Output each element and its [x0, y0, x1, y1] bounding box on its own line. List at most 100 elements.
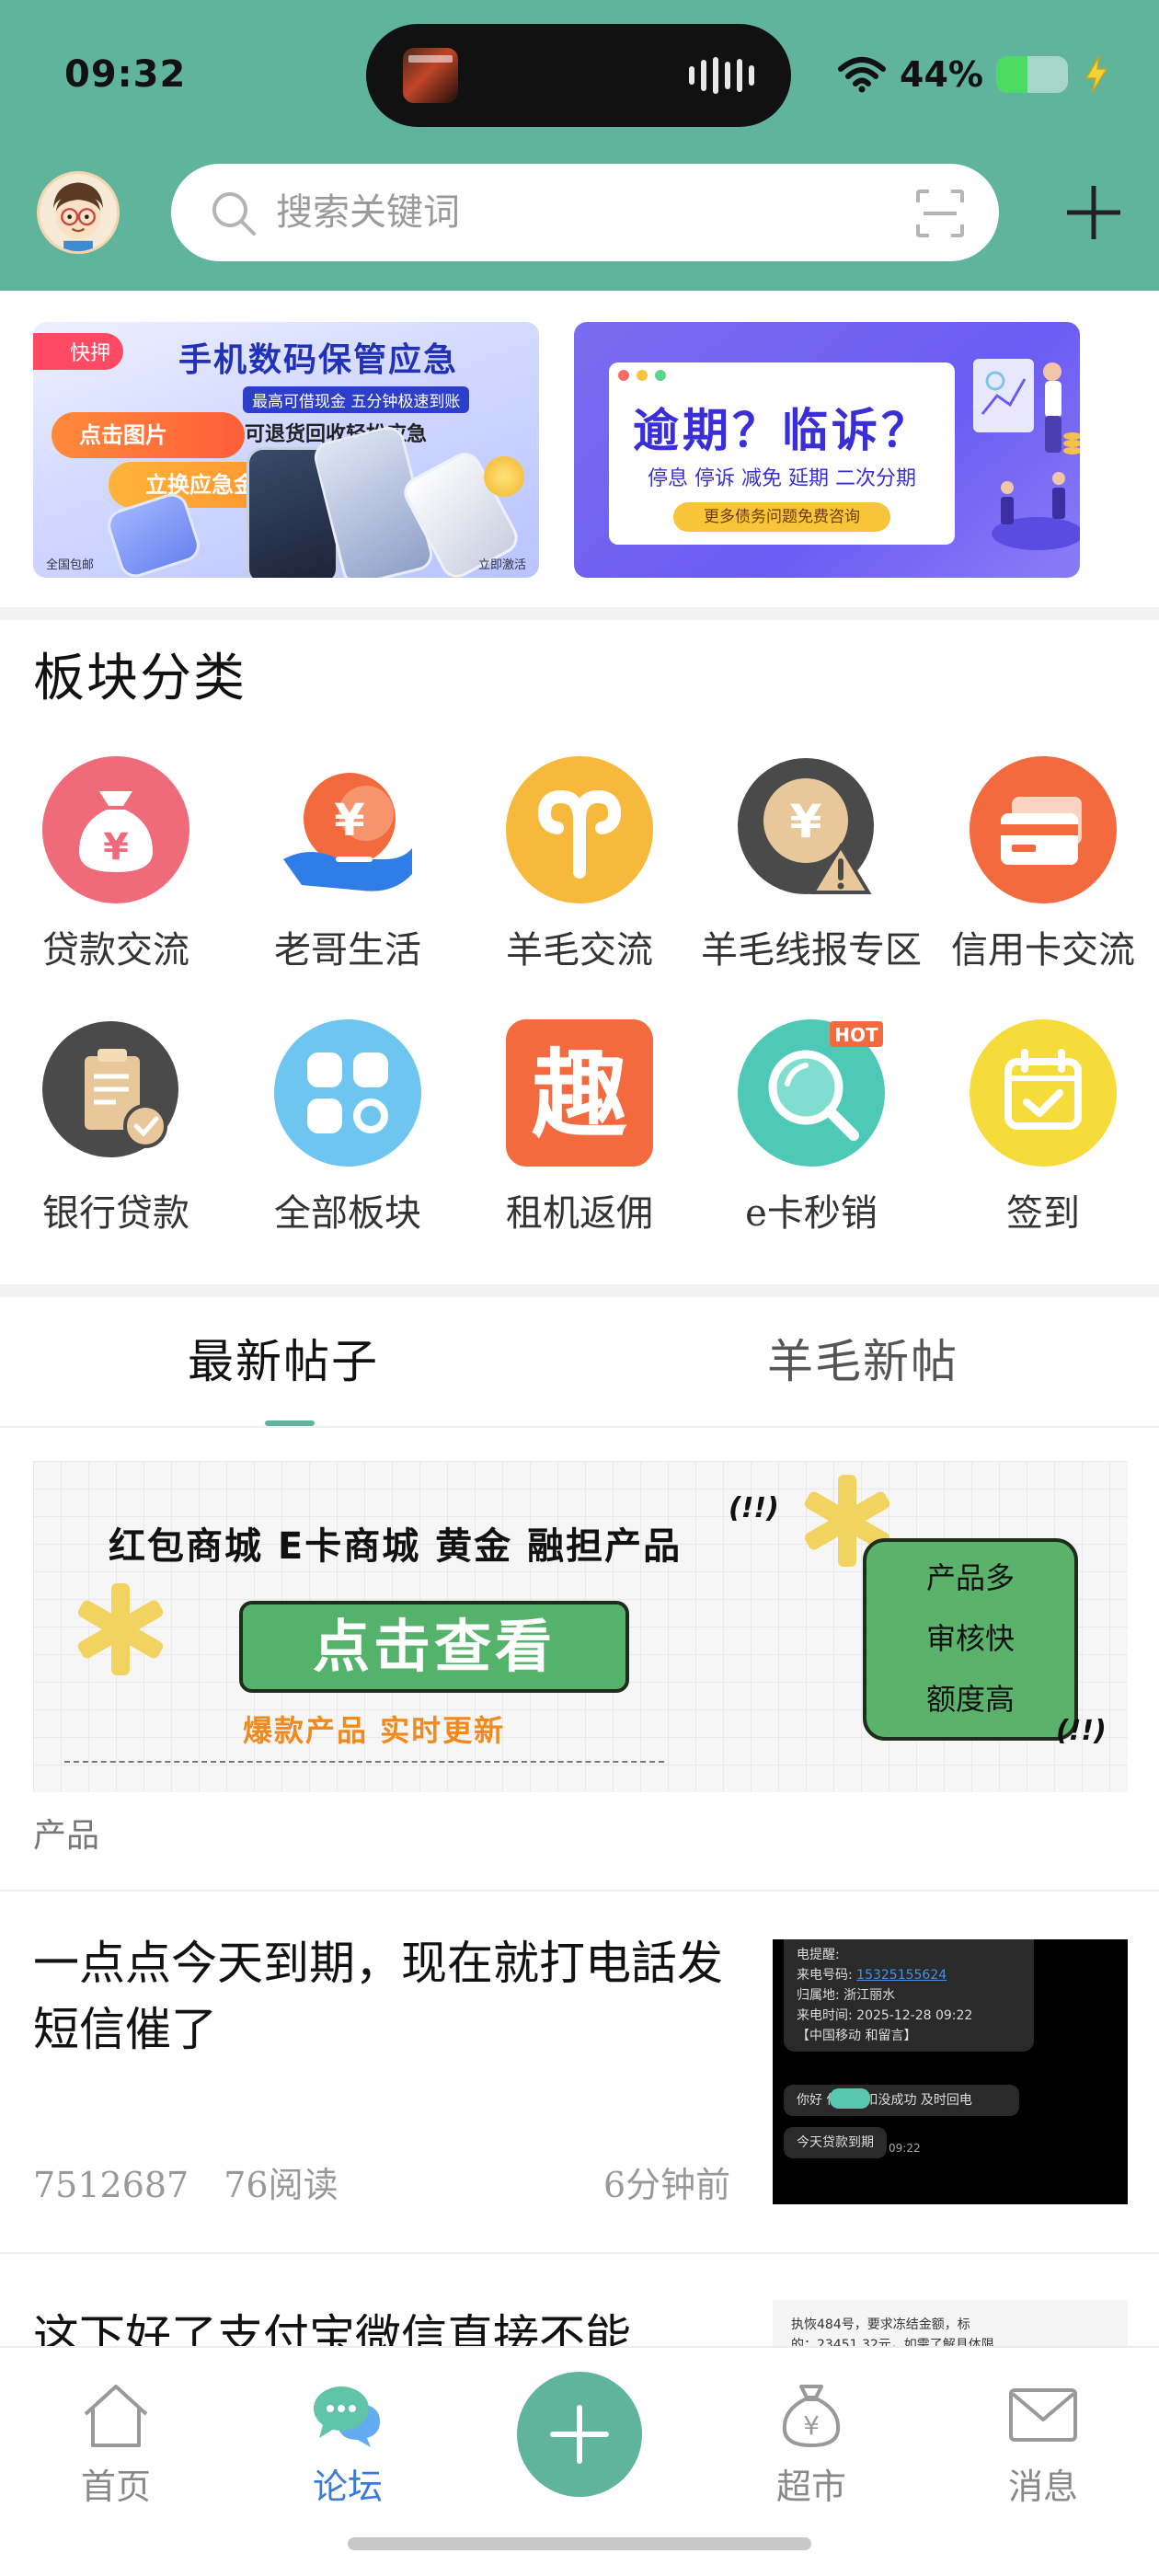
category-ecard-sell[interactable]: HOT e卡秒销	[695, 1014, 927, 1244]
nav-forum[interactable]: 论坛	[274, 2381, 421, 2509]
banner-click-button: 点击图片	[52, 412, 245, 458]
message-bubble: 你好 借花划扣没成功 及时回电	[784, 2085, 1019, 2116]
nav-market[interactable]: ¥ 超市	[738, 2381, 885, 2509]
svg-text:¥: ¥	[803, 2410, 820, 2441]
section-divider	[0, 607, 1159, 620]
promo-feature: 产品多	[925, 1560, 1015, 1595]
banner-title: 逾期？临诉？	[633, 404, 931, 457]
nav-add-button[interactable]	[517, 2372, 642, 2497]
post-category-tag[interactable]: 产品	[33, 1809, 99, 1857]
coin-image	[484, 456, 524, 497]
category-label: 银行贷款	[42, 1192, 189, 1235]
clipboard-check-icon	[42, 1019, 189, 1167]
thumb-text: 【中国移动 和留言】	[797, 2029, 917, 2043]
post-author-id: 7512687	[33, 2165, 189, 2205]
audio-waveform-icon	[689, 57, 754, 94]
separator	[0, 2252, 1159, 2254]
battery-percent: 44%	[900, 54, 983, 95]
category-loan-exchange[interactable]: ¥ 贷款交流	[0, 751, 232, 981]
category-sign-in[interactable]: 签到	[927, 1014, 1159, 1244]
now-playing-artwork	[403, 48, 458, 103]
battery-icon	[995, 56, 1068, 93]
money-bag-icon: ¥	[42, 756, 189, 903]
nav-messages[interactable]: 消息	[970, 2381, 1117, 2509]
promo-feature: 额度高	[925, 1682, 1015, 1717]
category-wool-tips[interactable]: ¥ 羊毛线报专区	[695, 751, 927, 981]
svg-text:¥: ¥	[790, 795, 822, 848]
dynamic-island[interactable]	[366, 24, 791, 127]
banner-title: 手机数码保管应急	[178, 341, 459, 379]
banner-subtitle: 最高可借现金 五分钟极速到账	[243, 386, 470, 413]
promo-exclaim: (!!)	[729, 1492, 779, 1524]
category-label: 全部板块	[274, 1192, 421, 1235]
thumb-text: 来电时间: 2025-12-28 09:22	[797, 2008, 973, 2023]
dashed-line	[64, 1761, 664, 1763]
banner-carousel: 快押 手机数码保管应急 最高可借现金 五分钟极速到账 可退货回收轻松应急 点击图…	[0, 291, 1159, 607]
calendar-check-icon	[970, 1019, 1117, 1167]
qu-glyph: 趣	[532, 1038, 627, 1151]
search-icon	[212, 192, 256, 236]
grid-icon	[274, 1019, 421, 1167]
home-icon	[84, 2385, 148, 2447]
promo-exclaim: (!!)	[1056, 1715, 1107, 1747]
scan-icon[interactable]	[914, 188, 966, 239]
category-rental-rebate[interactable]: 趣 租机返佣	[464, 1014, 695, 1244]
search-input[interactable]	[276, 164, 865, 261]
nav-label: 超市	[775, 2467, 846, 2507]
post-title[interactable]: 一点点今天到期，现在就打电話发短信催了	[33, 1930, 732, 2063]
message-time: 09:22	[889, 2142, 921, 2155]
aries-icon	[506, 756, 653, 903]
category-label: 老哥生活	[274, 929, 421, 972]
status-time: 09:32	[64, 53, 187, 96]
nav-label: 论坛	[312, 2467, 383, 2507]
plus-icon	[550, 2405, 609, 2464]
post-read-count: 76阅读	[224, 2165, 339, 2205]
post-time: 6分钟前	[603, 2165, 731, 2205]
status-icons: 44%	[837, 52, 1112, 98]
post-meta: 7512687 76阅读	[33, 2156, 373, 2207]
business-people-illustration	[973, 359, 1080, 550]
thumb-text: 来电号码: 15325155624	[797, 1968, 947, 1983]
promo-subline: 爆款产品 实时更新	[243, 1713, 506, 1748]
home-indicator[interactable]	[348, 2537, 811, 2550]
banner-debt-consult[interactable]: 逾期？临诉？ 停息 停诉 减免 延期 二次分期 更多债务问题免费咨询	[574, 322, 1080, 578]
active-tab-indicator	[265, 1420, 315, 1426]
section-title: 板块分类	[33, 649, 247, 708]
tab-latest-posts[interactable]: 最新帖子	[188, 1325, 379, 1391]
section-divider	[0, 1284, 1159, 1297]
banner-phone-pawn[interactable]: 快押 手机数码保管应急 最高可借现金 五分钟极速到账 可退货回收轻松应急 点击图…	[33, 322, 539, 578]
promo-products-line: 红包商城 E卡商城 黄金 融担产品	[109, 1525, 683, 1568]
tab-wool-posts[interactable]: 羊毛新帖	[767, 1325, 958, 1391]
add-icon[interactable]	[1063, 182, 1124, 243]
svg-text:¥: ¥	[103, 826, 129, 868]
banner-subtitle: 停息 停诉 减免 延期 二次分期	[648, 467, 916, 490]
svg-text:¥: ¥	[334, 795, 364, 846]
category-all-boards[interactable]: 全部板块	[232, 1014, 464, 1244]
category-label: 签到	[1006, 1192, 1080, 1235]
category-wool-exchange[interactable]: 羊毛交流	[464, 751, 695, 981]
magnifier-hot-icon: HOT	[738, 1019, 885, 1167]
banner-footer-right: 立即激活	[477, 558, 526, 572]
category-bro-life[interactable]: ¥ 老哥生活	[232, 751, 464, 981]
window-dots	[618, 370, 666, 381]
wifi-icon	[838, 57, 886, 93]
message-bubble: 今天贷款到期	[784, 2127, 887, 2158]
thumb-text: 电提醒:	[797, 1948, 840, 1962]
redaction-blob	[830, 2088, 870, 2109]
category-credit-card[interactable]: 信用卡交流	[927, 751, 1159, 981]
promo-view-button: 点击查看	[239, 1601, 629, 1693]
avatar[interactable]	[37, 171, 120, 254]
category-bank-loan[interactable]: 银行贷款	[0, 1014, 232, 1244]
promo-feature-box: 产品多 审核快 额度高	[863, 1538, 1078, 1741]
promo-banner[interactable]: 红包商城 E卡商城 黄金 融担产品 (!!) 点击查看 爆款产品 实时更新 产品…	[33, 1461, 1128, 1792]
banner-footer-left: 全国包邮	[46, 558, 95, 572]
search-bar[interactable]	[171, 164, 999, 261]
category-label: 租机返佣	[506, 1192, 653, 1235]
post-thumbnail[interactable]: 电提醒: 来电号码: 15325155624 归属地: 浙江丽水 来电时间: 2…	[773, 1939, 1128, 2204]
hot-badge: HOT	[834, 1024, 878, 1046]
nav-home[interactable]: 首页	[42, 2381, 189, 2509]
charging-bolt-icon	[1084, 55, 1108, 94]
thumb-text: 执恢484号，要求冻结金额，标	[791, 2317, 970, 2332]
separator	[0, 1890, 1159, 1892]
call-record-bubble: 电提醒: 来电号码: 15325155624 归属地: 浙江丽水 来电时间: 2…	[784, 1939, 1034, 2052]
